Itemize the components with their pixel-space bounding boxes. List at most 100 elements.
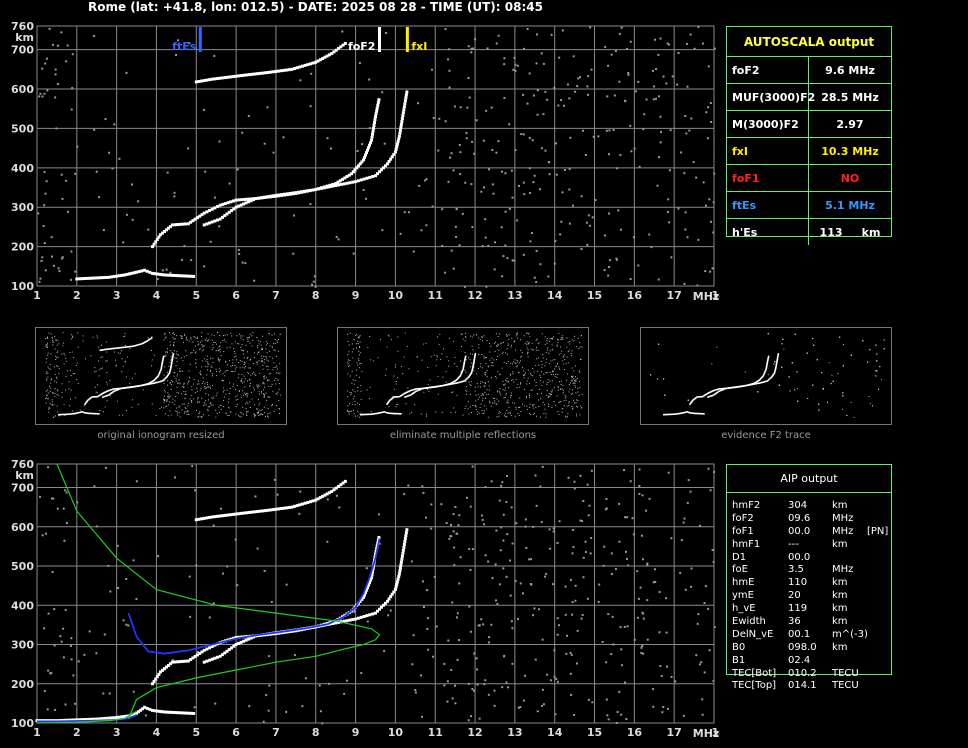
noise-dot <box>368 78 371 81</box>
noise-dot <box>249 333 251 335</box>
trace-point <box>763 380 766 383</box>
noise-dot <box>115 365 117 367</box>
noise-dot <box>515 335 517 337</box>
noise-dot <box>579 414 581 416</box>
noise-dot <box>202 377 204 379</box>
noise-dot <box>219 404 221 406</box>
noise-dot <box>218 346 220 348</box>
autoscala-row-label: h'Es <box>727 219 809 245</box>
noise-dot <box>541 366 543 368</box>
noise-dot <box>65 357 67 359</box>
trace-point <box>231 75 235 79</box>
noise-dot <box>706 137 709 140</box>
noise-dot <box>144 714 147 717</box>
noise-dot <box>659 665 662 668</box>
noise-dot <box>421 485 424 488</box>
trace-point <box>260 196 264 200</box>
noise-dot <box>338 506 341 509</box>
trace-point <box>200 517 204 521</box>
noise-dot <box>54 96 57 99</box>
noise-dot <box>842 365 844 367</box>
trace-point <box>93 412 96 415</box>
trace-point <box>725 387 727 390</box>
noise-dot <box>212 373 214 375</box>
noise-dot <box>546 673 549 676</box>
noise-dot <box>641 611 644 614</box>
noise-dot <box>446 356 448 358</box>
noise-dot <box>535 249 538 252</box>
noise-dot <box>465 335 467 337</box>
noise-dot <box>135 598 138 601</box>
thumbnail-no-multiples <box>337 327 589 425</box>
noise-dot <box>168 397 170 399</box>
noise-dot <box>238 414 240 416</box>
noise-dot <box>564 354 566 356</box>
noise-dot <box>440 358 442 360</box>
noise-dot <box>90 355 92 357</box>
noise-dot <box>510 346 512 348</box>
noise-dot <box>212 344 214 346</box>
noise-dot <box>568 402 570 404</box>
noise-dot <box>238 252 241 255</box>
noise-dot <box>478 367 480 369</box>
trace-point <box>396 577 400 581</box>
noise-dot <box>497 335 499 337</box>
noise-dot <box>95 370 97 372</box>
noise-dot <box>358 404 360 406</box>
noise-dot <box>199 411 201 413</box>
aip-param-unit: TECU <box>832 680 859 692</box>
noise-dot <box>482 623 485 626</box>
noise-dot <box>127 624 130 627</box>
trace-point <box>371 612 375 616</box>
noise-dot <box>200 397 202 399</box>
noise-dot <box>216 375 218 377</box>
noise-dot <box>122 241 125 244</box>
noise-dot <box>206 374 208 376</box>
noise-dot <box>467 719 470 722</box>
trace-point <box>424 387 427 389</box>
trace-point <box>397 572 401 576</box>
noise-dot <box>77 332 79 334</box>
noise-dot <box>347 353 349 355</box>
trace-point <box>210 657 214 661</box>
aip-param-value: 014.1 <box>788 680 817 692</box>
noise-dot <box>555 142 558 145</box>
trace-point <box>285 68 289 72</box>
noise-dot <box>781 366 783 368</box>
noise-dot <box>212 361 214 363</box>
noise-dot <box>265 356 267 358</box>
noise-dot <box>278 407 280 409</box>
noise-dot <box>499 374 501 376</box>
trace-point <box>122 346 125 349</box>
noise-dot <box>629 40 632 43</box>
noise-dot <box>242 349 244 351</box>
noise-dot <box>654 580 657 583</box>
noise-dot <box>263 412 265 414</box>
trace-point <box>223 76 227 80</box>
noise-dot <box>249 385 251 387</box>
noise-dot <box>569 343 571 345</box>
autoscala-row-value: NO <box>840 171 860 185</box>
noise-dot <box>212 375 214 377</box>
trace-point <box>80 277 84 281</box>
noise-dot <box>504 416 506 418</box>
noise-dot <box>670 537 673 540</box>
noise-dot <box>562 389 564 391</box>
noise-dot <box>493 704 496 707</box>
noise-dot <box>98 375 100 377</box>
noise-dot <box>487 381 489 383</box>
x-tick-label: 10 <box>388 289 404 302</box>
noise-dot <box>241 343 243 345</box>
trace-point <box>189 274 193 278</box>
noise-dot <box>208 616 211 619</box>
aip-param-name: DelN_vE <box>732 628 774 640</box>
noise-dot <box>244 386 246 388</box>
aip-row: foF2 09.6 MHz <box>732 513 962 526</box>
noise-dot <box>497 390 499 392</box>
trace-point <box>369 413 372 416</box>
noise-dot <box>45 402 47 404</box>
noise-dot <box>563 400 565 402</box>
noise-dot <box>676 83 679 86</box>
noise-dot <box>509 412 511 414</box>
noise-dot <box>389 609 392 612</box>
